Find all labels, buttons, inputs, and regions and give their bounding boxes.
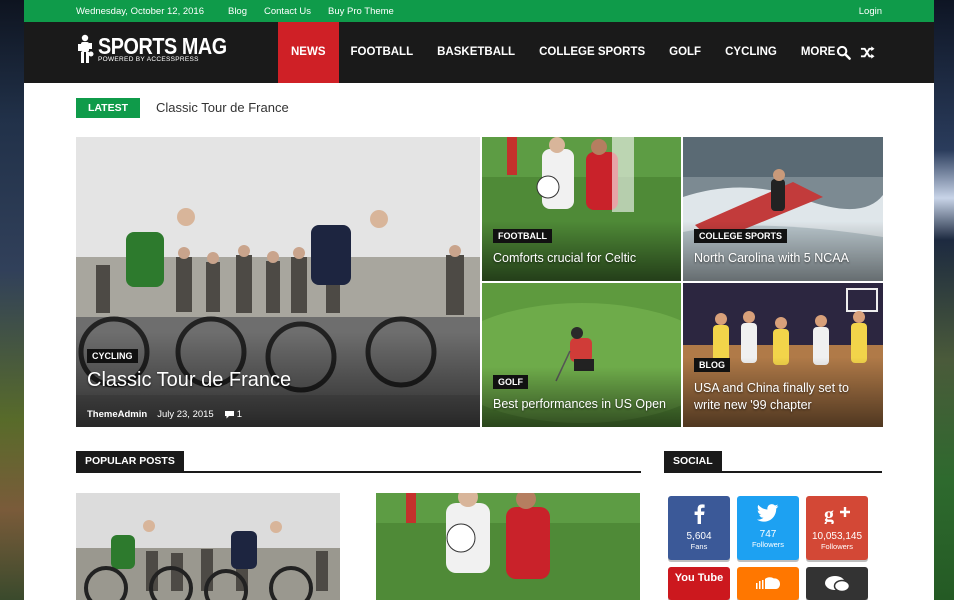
tile-title[interactable]: North Carolina with 5 NCAA: [694, 251, 849, 265]
comment-icon: [224, 411, 234, 419]
page-container: Wednesday, October 12, 2016 Blog Contact…: [24, 0, 934, 600]
featured-main-title[interactable]: Classic Tour de France: [87, 369, 291, 392]
featured-post-golf[interactable]: GOLF Best performances in US Open: [482, 283, 681, 427]
tile-title-line-2: write new '99 chapter: [694, 398, 812, 412]
google-plus-label: Followers: [820, 542, 854, 551]
top-link-blog[interactable]: Blog: [228, 6, 247, 17]
stadium-background-left: [0, 0, 24, 600]
main-nav: NEWS FOOTBALL BASKETBALL COLLEGE SPORTS …: [278, 22, 847, 83]
cycling-thumbnail: [76, 493, 340, 600]
youtube-icon: You Tube: [674, 572, 724, 584]
soundcloud-button[interactable]: [737, 567, 799, 600]
login-link[interactable]: Login: [859, 6, 882, 17]
stadium-background-right: [934, 0, 954, 600]
nav-item-cycling[interactable]: CYCLING: [713, 22, 789, 83]
category-badge[interactable]: CYCLING: [87, 349, 138, 363]
logo-title: SPORTS MAG: [98, 33, 227, 59]
popular-post-thumbnail[interactable]: [76, 493, 340, 600]
nav-item-basketball[interactable]: BASKETBALL: [425, 22, 527, 83]
google-plus-button[interactable]: g 10,053,145 Followers: [806, 496, 868, 560]
featured-post-college-sports[interactable]: COLLEGE SPORTS North Carolina with 5 NCA…: [683, 137, 883, 281]
latest-label: LATEST: [76, 98, 140, 118]
featured-main-post[interactable]: CYCLING Classic Tour de France ThemeAdmi…: [76, 137, 480, 427]
twitter-count: 747: [759, 529, 777, 540]
shuffle-icon[interactable]: [860, 45, 875, 60]
post-author[interactable]: ThemeAdmin: [87, 409, 147, 420]
nav-item-football[interactable]: FOOTBALL: [339, 22, 426, 83]
tile-title[interactable]: Comforts crucial for Celtic: [493, 251, 636, 265]
category-badge[interactable]: COLLEGE SPORTS: [694, 229, 788, 243]
tile-title[interactable]: Best performances in US Open: [493, 397, 666, 411]
facebook-label: Fans: [690, 542, 708, 551]
top-link-contact[interactable]: Contact Us: [264, 6, 311, 17]
popular-post-thumbnail[interactable]: [376, 493, 640, 600]
twitter-icon: [756, 504, 779, 522]
athlete-logo-icon: [78, 34, 94, 63]
category-badge[interactable]: FOOTBALL: [493, 229, 552, 243]
comments-icon: [825, 576, 851, 593]
facebook-button[interactable]: 5,604 Fans: [668, 496, 730, 560]
soundcloud-icon: [756, 577, 780, 589]
section-title: SOCIAL: [664, 451, 722, 471]
current-date: Wednesday, October 12, 2016: [76, 5, 204, 17]
section-title: POPULAR POSTS: [76, 451, 184, 471]
youtube-button[interactable]: You Tube: [668, 567, 730, 600]
category-badge[interactable]: GOLF: [493, 375, 528, 389]
tile-title[interactable]: USA and China finally set to write new '…: [694, 380, 849, 414]
featured-post-blog[interactable]: BLOG USA and China finally set to write …: [683, 283, 883, 427]
twitter-button[interactable]: 747 Followers: [737, 496, 799, 560]
football-thumbnail: [376, 493, 640, 600]
nav-item-golf[interactable]: GOLF: [657, 22, 713, 83]
tile-title-line-1: USA and China finally set to: [694, 381, 849, 395]
google-plus-count: 10,053,145: [811, 531, 863, 542]
site-logo[interactable]: SPORTS MAG POWERED BY ACCESSPRESS: [76, 34, 248, 64]
svg-text:g: g: [824, 504, 834, 524]
google-plus-icon: g: [824, 504, 850, 526]
top-link-buy-pro[interactable]: Buy Pro Theme: [328, 6, 394, 17]
comments-button[interactable]: [806, 567, 868, 600]
social-header: SOCIAL: [664, 451, 882, 473]
site-header: SPORTS MAG POWERED BY ACCESSPRESS NEWS F…: [24, 22, 934, 83]
nav-item-college-sports[interactable]: COLLEGE SPORTS: [527, 22, 657, 83]
twitter-label: Followers: [751, 540, 785, 549]
facebook-count: 5,604: [686, 531, 712, 542]
comment-count[interactable]: 1: [237, 409, 242, 420]
category-badge[interactable]: BLOG: [694, 358, 730, 372]
popular-posts-header: POPULAR POSTS: [76, 451, 641, 473]
featured-post-football[interactable]: FOOTBALL Comforts crucial for Celtic: [482, 137, 681, 281]
post-meta: ThemeAdmin July 23, 2015 1: [87, 409, 242, 420]
latest-headline[interactable]: Classic Tour de France: [156, 100, 289, 115]
facebook-icon: [694, 504, 705, 524]
top-bar: Wednesday, October 12, 2016 Blog Contact…: [24, 0, 934, 22]
post-date: July 23, 2015: [157, 409, 214, 420]
nav-item-news[interactable]: NEWS: [278, 22, 339, 83]
search-icon[interactable]: [836, 45, 851, 60]
